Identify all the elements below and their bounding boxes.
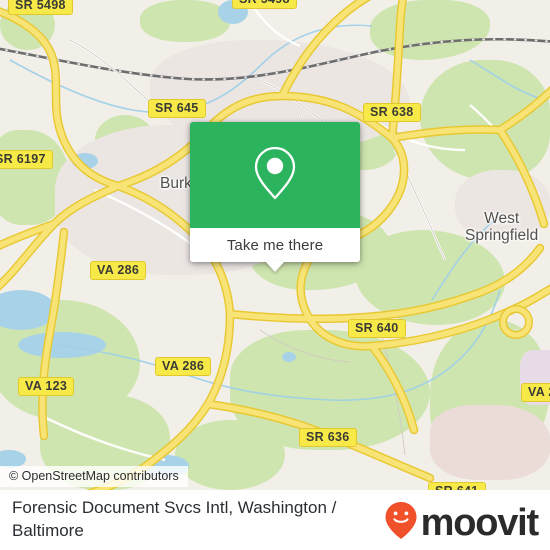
screenshot-root: SR 5498 SR 5498 SR 645 SR 638 SR 6197 VA 286 S… bbox=[0, 0, 550, 550]
road-shield: SR 5498 bbox=[8, 0, 73, 15]
take-me-there-label: Take me there bbox=[226, 236, 324, 254]
road-shield: VA 286 bbox=[155, 357, 212, 376]
map-pin-icon bbox=[252, 144, 298, 207]
location-popup-card[interactable]: Take me there bbox=[190, 122, 360, 272]
moovit-logo[interactable]: moovit bbox=[384, 500, 540, 545]
road-shield: SR 638 bbox=[363, 103, 421, 122]
place-label: West Springfield bbox=[465, 210, 538, 244]
road-shield: SR 636 bbox=[299, 428, 357, 447]
road-shield: VA 2 bbox=[521, 383, 550, 402]
road-shield: VA 286 bbox=[90, 261, 147, 280]
page-title: Forensic Document Svcs Intl, Washington … bbox=[12, 498, 337, 540]
road-shield: SR 6197 bbox=[0, 150, 53, 169]
card-image-area bbox=[190, 122, 360, 228]
place-label-line: West bbox=[484, 210, 520, 227]
moovit-wordmark: moovit bbox=[420, 501, 540, 544]
moovit-smiley-pin-icon bbox=[384, 500, 418, 545]
place-label-line: Springfield bbox=[465, 227, 539, 244]
road-shield: VA 123 bbox=[18, 377, 75, 396]
osm-attribution-label: © OpenStreetMap contributors bbox=[9, 469, 179, 483]
railway-line bbox=[0, 37, 550, 81]
footer-bar: Forensic Document Svcs Intl, Washington … bbox=[0, 490, 550, 550]
map-canvas[interactable]: SR 5498 SR 5498 SR 645 SR 638 SR 6197 VA 286 S… bbox=[0, 0, 550, 490]
road-shield: SR 640 bbox=[348, 319, 406, 338]
road-shield: SR 645 bbox=[148, 99, 206, 118]
road-shield: SR 641 bbox=[428, 482, 486, 490]
osm-attribution[interactable]: © OpenStreetMap contributors bbox=[0, 466, 188, 487]
road-shield: SR 5498 bbox=[232, 0, 297, 9]
take-me-there-button[interactable]: Take me there bbox=[190, 228, 360, 262]
card-pointer-tail bbox=[265, 261, 285, 272]
